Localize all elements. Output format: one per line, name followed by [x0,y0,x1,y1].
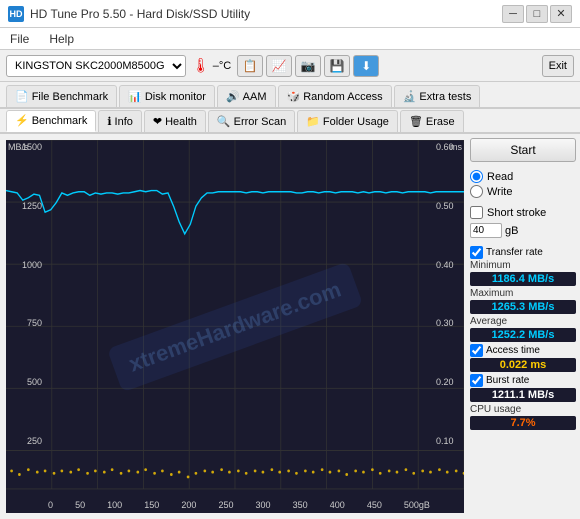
nav-tabs-row2: ⚡ Benchmark ℹ Info ❤ Health 🔍 Error Scan… [0,109,580,134]
tab-info[interactable]: ℹ Info [98,110,142,132]
health-icon: ❤ [153,115,162,128]
toolbar-icons: 📋 📈 📷 💾 ⬇ [237,55,379,77]
menu-bar: File Help [0,28,580,50]
short-stroke-checkbox[interactable] [470,206,483,219]
tab-folder-usage[interactable]: 📁 Folder Usage [297,110,398,132]
maximum-value: 1265.3 MB/s [470,300,576,314]
short-stroke-row: gB [470,223,576,238]
close-button[interactable]: ✕ [550,5,572,23]
burst-rate-checkbox[interactable] [470,374,483,387]
maximum-label: Maximum [470,288,576,299]
window-title: HD Tune Pro 5.50 - Hard Disk/SSD Utility [30,7,502,21]
extra-tests-icon: 🔬 [403,90,417,103]
tab-disk-monitor[interactable]: 📊 Disk monitor [119,85,215,107]
temperature-icon: 🌡 [192,57,210,74]
gb-label: gB [505,225,518,237]
transfer-rate-checkbox-row[interactable]: Transfer rate [470,246,576,259]
access-time-label: Access time [486,345,540,356]
start-button[interactable]: Start [470,138,576,162]
chart-x-labels: 050100150200250300350400450500gB [44,497,434,513]
down-icon-btn[interactable]: ⬇ [353,55,379,77]
tab-benchmark-label: Benchmark [32,115,88,127]
disk-monitor-icon: 📊 [128,90,142,103]
tab-benchmark[interactable]: ⚡ Benchmark [6,110,96,132]
erase-icon: 🗑 [409,115,423,128]
tab-erase-label: Erase [426,116,455,128]
folder-usage-icon: 📁 [306,115,320,128]
tab-random-access-label: Random Access [303,91,382,103]
tab-extra-tests-label: Extra tests [419,91,471,103]
access-time-checkbox-row[interactable]: Access time [470,344,576,357]
content-area: MB/s ms [0,134,580,519]
file-benchmark-icon: 📄 [15,90,29,103]
access-time-value: 0.022 ms [470,358,576,372]
read-radio-item[interactable]: Read [470,170,576,183]
chart-svg [6,140,464,513]
cpu-usage-label: CPU usage [470,404,576,415]
minimum-label: Minimum [470,260,576,271]
tab-error-scan[interactable]: 🔍 Error Scan [208,110,295,132]
tab-file-benchmark[interactable]: 📄 File Benchmark [6,85,117,107]
short-stroke-item[interactable]: Short stroke [470,206,576,219]
burst-rate-label: Burst rate [486,375,529,386]
tab-random-access[interactable]: 🎲 Random Access [278,85,392,107]
info-icon: ℹ [107,115,111,128]
chart-y-labels-right: 0.600.500.400.300.200.10 [434,140,464,513]
stats-section: Transfer rate Minimum 1186.4 MB/s Maximu… [470,246,576,430]
temperature-value: –°C [213,60,231,72]
tab-health-label: Health [165,116,197,128]
aam-icon: 🔊 [226,90,240,103]
minimum-value: 1186.4 MB/s [470,272,576,286]
minimize-button[interactable]: ─ [502,5,524,23]
write-radio[interactable] [470,185,483,198]
maximize-button[interactable]: □ [526,5,548,23]
app-icon: HD [8,6,24,22]
short-stroke-input[interactable] [470,223,502,238]
transfer-rate-checkbox[interactable] [470,246,483,259]
tab-aam[interactable]: 🔊 AAM [217,85,276,107]
read-write-group: Read Write [470,170,576,198]
title-bar: HD HD Tune Pro 5.50 - Hard Disk/SSD Util… [0,0,580,28]
burst-rate-checkbox-row[interactable]: Burst rate [470,374,576,387]
average-value: 1252.2 MB/s [470,328,576,342]
help-menu[interactable]: Help [45,30,78,48]
toolbar: KINGSTON SKC2000M8500G (500 gB) 🌡 –°C 📋 … [0,50,580,82]
tab-health[interactable]: ❤ Health [144,110,206,132]
temperature-display: 🌡 –°C [192,57,231,74]
burst-rate-value: 1211.1 MB/s [470,388,576,402]
read-label: Read [487,171,513,183]
transfer-rate-label: Transfer rate [486,247,543,258]
error-scan-icon: 🔍 [217,115,231,128]
tab-info-label: Info [115,116,133,128]
short-stroke-label: Short stroke [487,207,546,219]
chart-area: MB/s ms [6,140,464,513]
info-icon-btn[interactable]: 📋 [237,55,263,77]
benchmark-icon: ⚡ [15,114,29,127]
nav-tabs: 📄 File Benchmark 📊 Disk monitor 🔊 AAM 🎲 … [0,82,580,109]
tab-extra-tests[interactable]: 🔬 Extra tests [394,85,481,107]
tab-erase[interactable]: 🗑 Erase [400,110,464,132]
tab-disk-monitor-label: Disk monitor [145,91,206,103]
graph-icon-btn[interactable]: 📈 [266,55,292,77]
cpu-usage-value: 7.7% [470,416,576,430]
write-radio-item[interactable]: Write [470,185,576,198]
camera-icon-btn[interactable]: 📷 [295,55,321,77]
save-icon-btn[interactable]: 💾 [324,55,350,77]
side-panel: Start Read Write Short stroke gB Transfe… [470,134,580,519]
average-label: Average [470,316,576,327]
tab-file-benchmark-label: File Benchmark [32,91,108,103]
exit-button[interactable]: Exit [542,55,574,77]
file-menu[interactable]: File [6,30,33,48]
tab-aam-label: AAM [243,91,267,103]
drive-select[interactable]: KINGSTON SKC2000M8500G (500 gB) [6,55,186,77]
random-access-icon: 🎲 [287,90,301,103]
window-controls: ─ □ ✕ [502,5,572,23]
write-label: Write [487,186,512,198]
read-radio[interactable] [470,170,483,183]
tab-folder-usage-label: Folder Usage [323,116,389,128]
tab-error-scan-label: Error Scan [234,116,287,128]
chart-y-labels-left: 150012501000750500250 [6,140,44,513]
access-time-checkbox[interactable] [470,344,483,357]
